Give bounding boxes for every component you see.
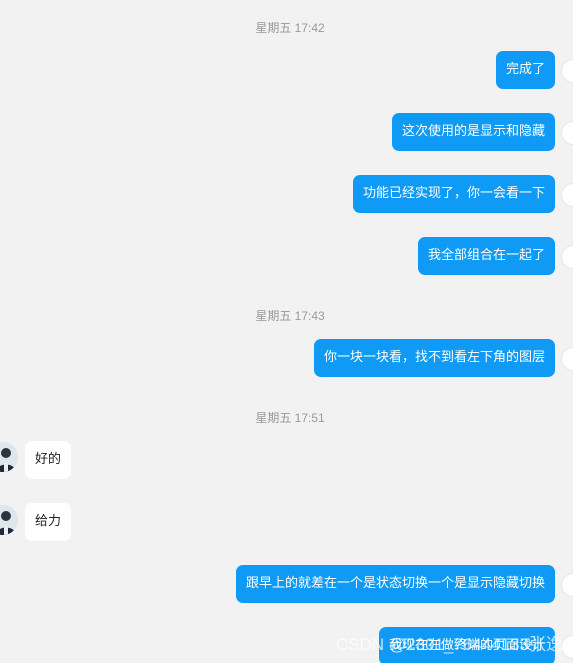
chat-window: 星期五 17:42 完成了 这次使用的是显示和隐藏 功能已经实现了，你一会看一下… <box>0 0 573 663</box>
incoming-message[interactable]: 好的 <box>25 441 72 479</box>
timestamp: 星期五 17:51 <box>255 411 325 425</box>
contact-avatar[interactable] <box>0 442 18 472</box>
self-avatar[interactable] <box>561 183 573 207</box>
timestamp: 星期五 17:42 <box>255 21 325 35</box>
self-avatar[interactable] <box>561 347 573 371</box>
self-avatar[interactable] <box>561 573 573 597</box>
outgoing-message[interactable]: 我全部组合在一起了 <box>417 237 555 275</box>
outgoing-message[interactable]: 跟早上的就差在一个是状态切换一个是显示隐藏切换 <box>235 565 555 603</box>
outgoing-message[interactable]: 完成了 <box>495 51 555 89</box>
watermark: CSDN @2301_76444133张逸 <box>335 635 563 654</box>
outgoing-message[interactable]: 你一块一块看，找不到看左下角的图层 <box>313 339 555 377</box>
outgoing-message[interactable]: 功能已经实现了，你一会看一下 <box>352 175 555 213</box>
self-avatar[interactable] <box>561 59 573 83</box>
person-icon <box>0 442 18 472</box>
incoming-message[interactable]: 给力 <box>25 503 72 541</box>
outgoing-message[interactable]: 这次使用的是显示和隐藏 <box>391 113 555 151</box>
timestamp: 星期五 17:43 <box>255 309 325 323</box>
self-avatar[interactable] <box>561 245 573 269</box>
contact-avatar[interactable] <box>0 505 18 535</box>
person-icon <box>0 505 18 535</box>
self-avatar[interactable] <box>561 121 573 145</box>
